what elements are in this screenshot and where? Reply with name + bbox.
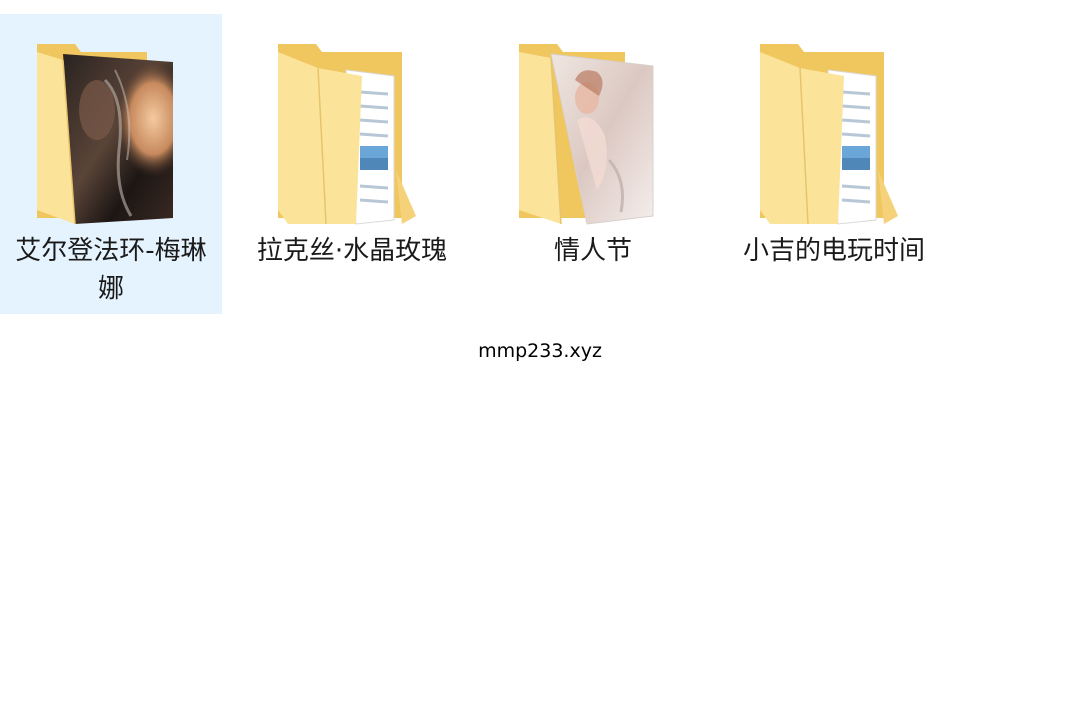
- folder-icon: [519, 44, 654, 225]
- folder-item-valentine[interactable]: 情人节: [482, 14, 704, 314]
- folder-label: 拉克丝·水晶玫瑰: [256, 236, 448, 266]
- folder-view: 艾尔登法环-梅琳娜 拉克丝·水晶玫瑰 情人节 小吉的电玩时间 mmp233.xy…: [0, 0, 1080, 707]
- folder-icon: [37, 44, 173, 225]
- folder-label: 情人节: [553, 236, 632, 266]
- folder-icon: [760, 44, 898, 225]
- folder-item-game-time[interactable]: 小吉的电玩时间: [723, 14, 945, 314]
- folder-label: 小吉的电玩时间: [742, 236, 925, 266]
- folder-item-elden-ring[interactable]: 艾尔登法环-梅琳娜: [0, 14, 222, 314]
- folder-label: 艾尔登法环-梅琳娜: [15, 236, 207, 304]
- folder-item-lux[interactable]: 拉克丝·水晶玫瑰: [241, 14, 463, 314]
- folder-icon: [278, 44, 416, 225]
- watermark-text: mmp233.xyz: [478, 340, 602, 362]
